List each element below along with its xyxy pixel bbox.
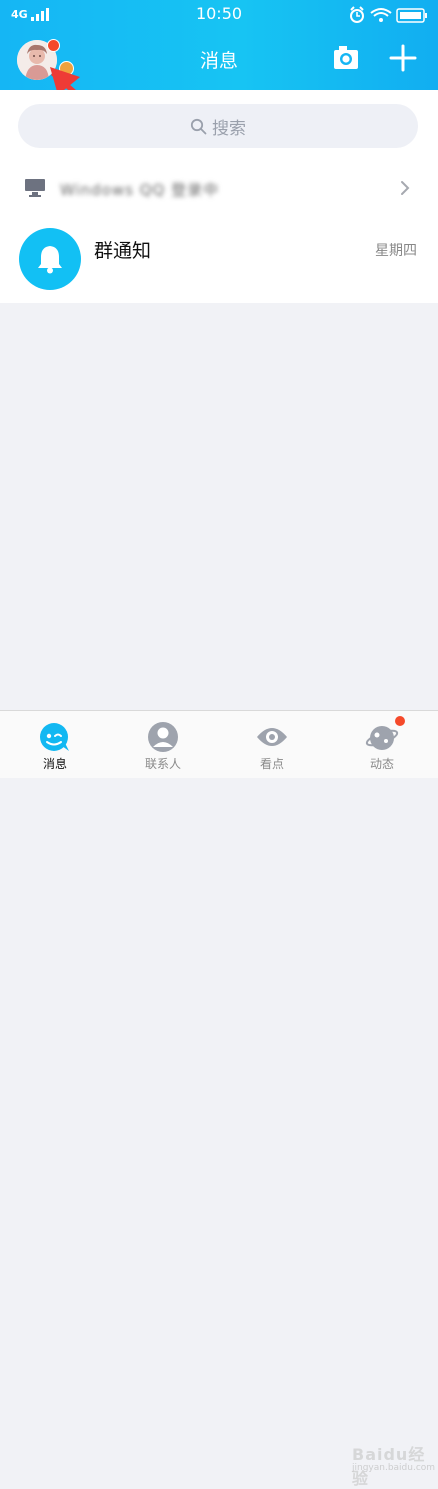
tab-contacts[interactable]: 联系人 bbox=[108, 711, 218, 778]
eye-icon bbox=[257, 728, 287, 746]
planet-icon bbox=[365, 726, 399, 750]
chevron-right-icon bbox=[401, 181, 410, 195]
device-name: Windows QQ 登录中 bbox=[60, 181, 220, 199]
message-title: 群通知 bbox=[94, 240, 152, 262]
bell-icon bbox=[38, 246, 62, 274]
tab-label: 动态 bbox=[369, 757, 394, 771]
list-item[interactable]: 群通知 星期四 bbox=[0, 224, 438, 294]
computer-icon bbox=[25, 179, 45, 197]
contact-person-icon bbox=[148, 722, 178, 752]
tab-label: 看点 bbox=[259, 757, 284, 771]
tab-discover[interactable]: 看点 bbox=[217, 711, 327, 778]
search-input[interactable]: 搜索 bbox=[18, 104, 418, 148]
tab-feeds[interactable]: 动态 bbox=[327, 711, 437, 778]
tab-label: 消息 bbox=[42, 757, 67, 771]
status-bar: 4G 10:50 bbox=[0, 0, 438, 28]
app-header: 4G 10:50 消息 bbox=[0, 0, 438, 90]
watermark-url: jingyan.baidu.com bbox=[352, 1463, 436, 1473]
chat-bubble-icon bbox=[40, 723, 69, 751]
message-list: 搜索 Windows QQ 登录中 群通知 星期四 bbox=[0, 90, 438, 303]
tab-messages[interactable]: 消息 bbox=[0, 711, 110, 778]
wifi-icon bbox=[370, 8, 392, 22]
battery-icon bbox=[396, 8, 427, 23]
device-login-row[interactable]: Windows QQ 登录中 bbox=[0, 168, 438, 208]
page-title: 消息 bbox=[199, 50, 238, 72]
bottom-tab-bar: 消息 联系人 看点 动态 Baidu经验 jingyan.baidu.com bbox=[0, 710, 438, 1488]
search-icon bbox=[190, 118, 207, 134]
tab-label: 联系人 bbox=[144, 757, 181, 771]
status-icons bbox=[350, 6, 427, 23]
search-placeholder: 搜索 bbox=[212, 118, 246, 139]
alarm-icon bbox=[350, 6, 364, 23]
add-icon[interactable] bbox=[389, 44, 417, 72]
group-notice-avatar bbox=[19, 228, 81, 290]
message-time: 星期四 bbox=[375, 243, 417, 259]
tab-badge bbox=[395, 716, 405, 726]
camera-icon[interactable] bbox=[333, 45, 359, 71]
